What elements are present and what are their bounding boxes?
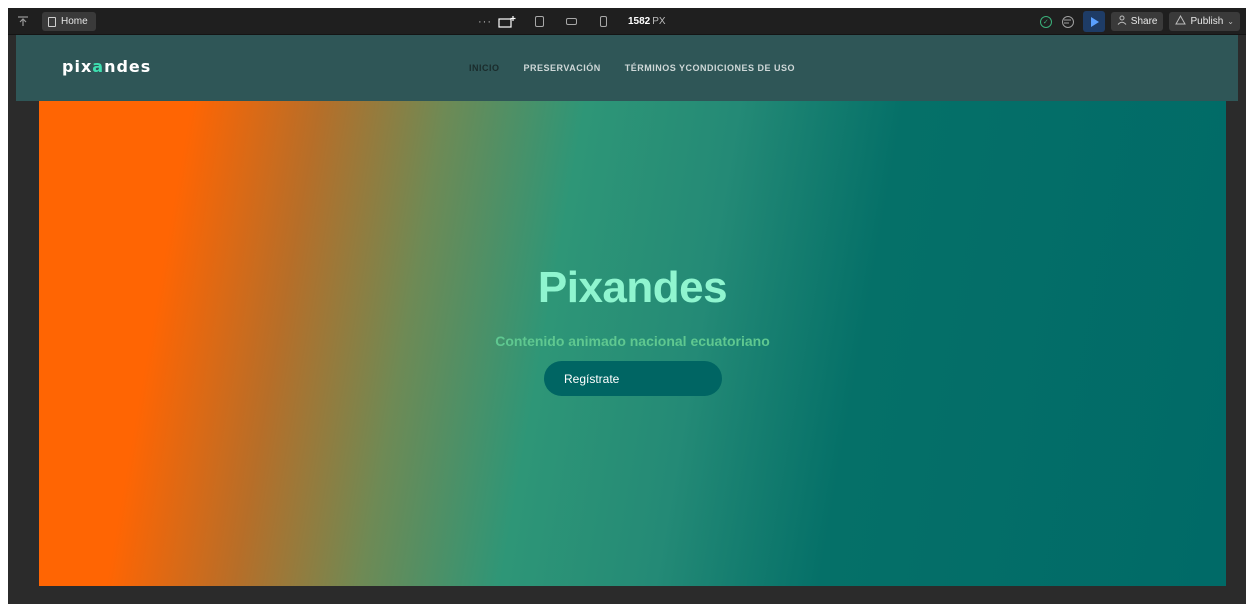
chevron-down-icon: ⌄ xyxy=(1227,17,1234,26)
nav-link-preservacion[interactable]: PRESERVACIÓN xyxy=(524,63,601,73)
comment-icon[interactable] xyxy=(1061,15,1074,28)
toolbar-actions: ✓ Share Publish ⌄ xyxy=(1035,8,1246,35)
hero-subtitle: Contenido animado nacional ecuatoriano xyxy=(495,333,770,349)
more-options-icon[interactable]: ··· xyxy=(474,16,496,28)
register-button-label: Regístrate xyxy=(564,371,620,386)
design-canvas[interactable]: pixandes INICIO PRESERVACIÓN TÉRMINOS YC… xyxy=(16,35,1238,604)
canvas-width-value: 1582 xyxy=(628,16,651,27)
register-button[interactable]: Regístrate xyxy=(544,361,722,396)
desktop-icon xyxy=(498,15,516,28)
mobile-portrait-icon xyxy=(599,16,607,27)
breakpoint-tools: ··· 1582 PX xyxy=(474,8,666,35)
hero-title: Pixandes xyxy=(537,263,728,312)
site-logo[interactable]: pixandes xyxy=(62,57,151,76)
publish-icon xyxy=(1175,14,1187,28)
canvas-width-readout[interactable]: 1582 PX xyxy=(628,16,666,27)
mobile-landscape-icon xyxy=(565,18,577,25)
canvas-width-unit: PX xyxy=(652,16,666,27)
page-selector[interactable]: Home xyxy=(42,12,96,31)
preview-button[interactable] xyxy=(1082,11,1105,32)
page-icon xyxy=(48,16,56,27)
site-nav-links: INICIO PRESERVACIÓN TÉRMINOS YCONDICIONE… xyxy=(469,63,795,73)
publish-button[interactable]: Publish ⌄ xyxy=(1169,12,1240,31)
mobile-portrait-breakpoint-button[interactable] xyxy=(592,8,614,35)
tablet-icon xyxy=(534,16,544,27)
editor-toolbar: Home ··· 1582 PX ✓ Share Publish ⌄ xyxy=(8,8,1246,35)
nav-link-inicio[interactable]: INICIO xyxy=(469,63,500,73)
share-label: Share xyxy=(1130,16,1158,27)
hero-section: Pixandes Contenido animado nacional ecua… xyxy=(39,101,1226,586)
tablet-breakpoint-button[interactable] xyxy=(528,8,550,35)
desktop-breakpoint-button[interactable] xyxy=(496,8,518,35)
editor-window: Home ··· 1582 PX ✓ Share Publish ⌄ pixan… xyxy=(8,8,1246,604)
collapse-panel-icon[interactable] xyxy=(16,14,30,28)
play-icon xyxy=(1090,16,1099,27)
user-icon xyxy=(1117,15,1127,28)
share-button[interactable]: Share xyxy=(1110,12,1164,31)
page-name: Home xyxy=(61,16,88,27)
mobile-landscape-breakpoint-button[interactable] xyxy=(560,8,582,35)
check-status-icon[interactable]: ✓ xyxy=(1039,15,1052,28)
publish-label: Publish xyxy=(1190,16,1224,27)
nav-link-terminos[interactable]: TÉRMINOS YCONDICIONES DE USO xyxy=(625,63,795,73)
site-navbar: pixandes INICIO PRESERVACIÓN TÉRMINOS YC… xyxy=(16,35,1238,101)
